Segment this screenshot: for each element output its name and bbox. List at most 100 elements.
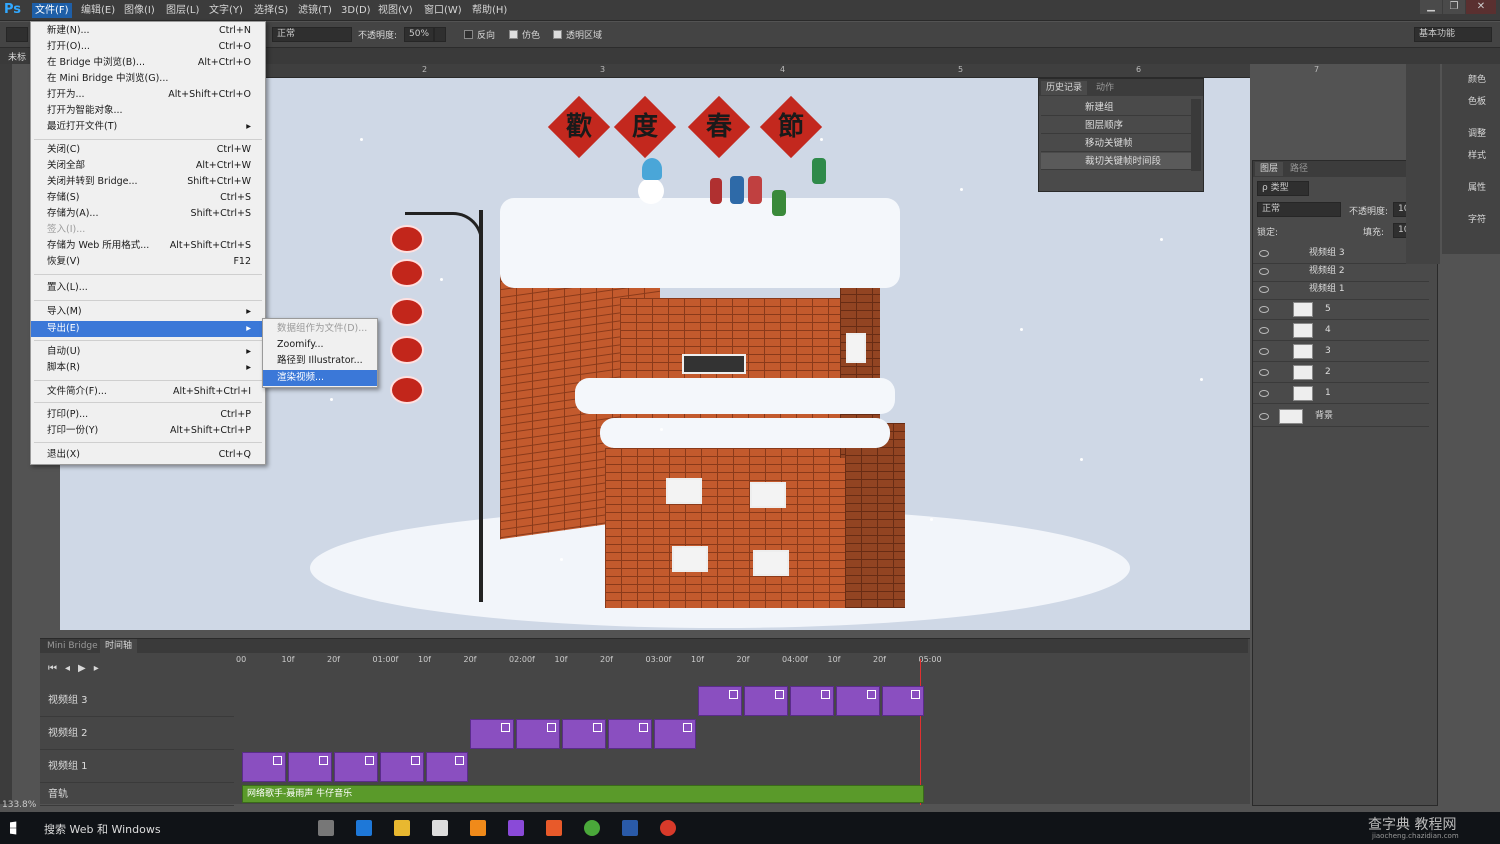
video-clip[interactable] bbox=[242, 752, 286, 782]
video-clip[interactable] bbox=[288, 752, 332, 782]
menu-item-save-web[interactable]: 存储为 Web 所用格式... Alt+Shift+Ctrl+S bbox=[31, 238, 265, 254]
tab-mini-bridge[interactable]: Mini Bridge bbox=[42, 639, 103, 653]
taskbar-search[interactable]: 搜索 Web 和 Windows bbox=[44, 821, 161, 837]
menu-item-close-bridge[interactable]: 关闭并转到 Bridge... Shift+Ctrl+W bbox=[31, 174, 265, 190]
video-clip[interactable] bbox=[790, 686, 834, 716]
video-clip[interactable] bbox=[654, 719, 696, 749]
task-view-icon[interactable] bbox=[318, 820, 334, 836]
menu-item-automate[interactable]: 自动(U) ▸ bbox=[31, 344, 265, 360]
menu-item-close[interactable]: 关闭(C) Ctrl+W bbox=[31, 142, 265, 158]
menu-3d[interactable]: 3D(D) bbox=[338, 3, 374, 18]
video-clip[interactable] bbox=[836, 686, 880, 716]
edge-icon[interactable] bbox=[356, 820, 372, 836]
tab-paths[interactable]: 路径 bbox=[1285, 162, 1313, 176]
menu-item-open[interactable]: 打开(O)... Ctrl+O bbox=[31, 39, 265, 55]
layer-kind-filter[interactable]: ρ 类型 bbox=[1257, 181, 1309, 196]
menu-image[interactable]: 图像(I) bbox=[121, 3, 158, 18]
menu-item-check-in[interactable]: 签入(I)... bbox=[31, 222, 265, 238]
menu-item-recent[interactable]: 最近打开文件(T) ▸ bbox=[31, 119, 265, 135]
blend-mode-select[interactable]: 正常 bbox=[1257, 202, 1341, 217]
tab-timeline[interactable]: 时间轴 bbox=[100, 639, 138, 653]
submenu-item-paths-illustrator[interactable]: 路径到 Illustrator... bbox=[263, 353, 377, 369]
menu-item-open-as[interactable]: 打开为... Alt+Shift+Ctrl+O bbox=[31, 87, 265, 103]
menu-item-close-all[interactable]: 关闭全部 Alt+Ctrl+W bbox=[31, 158, 265, 174]
mode-select[interactable]: 正常 bbox=[272, 27, 352, 42]
menu-item-revert[interactable]: 恢复(V) F12 bbox=[31, 254, 265, 270]
menu-window[interactable]: 窗口(W) bbox=[421, 3, 465, 18]
video-clip[interactable] bbox=[516, 719, 560, 749]
layer-row[interactable]: 2 bbox=[1253, 362, 1429, 383]
timeline-ruler[interactable]: 00 10f 20f 01:00f 10f 20f 02:00f 10f 20f 03:00f 10… bbox=[236, 655, 1248, 669]
illustrator-icon[interactable] bbox=[470, 820, 486, 836]
menu-item-scripts[interactable]: 脚本(R) ▸ bbox=[31, 360, 265, 376]
video-clip[interactable] bbox=[882, 686, 924, 716]
layer-row[interactable]: 4 bbox=[1253, 320, 1429, 341]
menu-view[interactable]: 视图(V) bbox=[375, 3, 416, 18]
submenu-item-data-sets[interactable]: 数据组作为文件(D)... bbox=[263, 321, 377, 337]
track-label[interactable]: 视频组 3 bbox=[40, 685, 234, 717]
transparency-checkbox[interactable] bbox=[553, 30, 562, 39]
collapsed-panel-label[interactable]: 色板 bbox=[1468, 94, 1486, 107]
menu-layer[interactable]: 图层(L) bbox=[163, 3, 202, 18]
menu-file[interactable]: 文件(F) bbox=[32, 3, 72, 18]
opacity-field[interactable]: 50% bbox=[404, 27, 434, 42]
layer-row[interactable]: 3 bbox=[1253, 341, 1429, 362]
video-clip[interactable] bbox=[608, 719, 652, 749]
layer-row[interactable]: 5 bbox=[1253, 299, 1429, 320]
menu-item-browse-mini-bridge[interactable]: 在 Mini Bridge 中浏览(G)... bbox=[31, 71, 265, 87]
workspace-select[interactable]: 基本功能 bbox=[1414, 27, 1492, 42]
tab-history[interactable]: 历史记录 bbox=[1041, 81, 1088, 95]
menu-item-save[interactable]: 存储(S) Ctrl+S bbox=[31, 190, 265, 206]
menu-item-exit[interactable]: 退出(X) Ctrl+Q bbox=[31, 447, 265, 463]
audio-clip[interactable]: 网络歌手-聂雨声 牛仔音乐 bbox=[242, 785, 924, 803]
menu-item-save-as[interactable]: 存储为(A)... Shift+Ctrl+S bbox=[31, 206, 265, 222]
video-clip[interactable] bbox=[334, 752, 378, 782]
menu-item-open-smart-object[interactable]: 打开为智能对象... bbox=[31, 103, 265, 119]
video-clip[interactable] bbox=[470, 719, 514, 749]
video-clip[interactable] bbox=[380, 752, 424, 782]
layer-row[interactable]: 视频组 1 bbox=[1253, 279, 1429, 300]
menu-item-export[interactable]: 导出(E) ▸ bbox=[31, 321, 265, 337]
history-item[interactable]: 新建组 bbox=[1041, 99, 1191, 116]
audio-track-label[interactable]: 音轨 bbox=[40, 784, 234, 806]
tool-preset-picker[interactable] bbox=[6, 27, 28, 42]
opacity-dropdown-icon[interactable] bbox=[434, 27, 446, 42]
menu-item-print-one[interactable]: 打印一份(Y) Alt+Shift+Ctrl+P bbox=[31, 423, 265, 439]
restore-button[interactable]: ❐ bbox=[1443, 0, 1465, 14]
collapsed-panel-label[interactable]: 字符 bbox=[1468, 212, 1486, 225]
store-icon[interactable] bbox=[432, 820, 448, 836]
windows-start-icon[interactable] bbox=[10, 821, 17, 835]
menu-edit[interactable]: 编辑(E) bbox=[78, 3, 118, 18]
app-icon[interactable] bbox=[584, 820, 600, 836]
video-clip[interactable] bbox=[698, 686, 742, 716]
menu-item-new[interactable]: 新建(N)... Ctrl+N bbox=[31, 23, 265, 39]
layer-row[interactable]: 背景 bbox=[1253, 406, 1429, 427]
menu-filter[interactable]: 滤镜(T) bbox=[295, 3, 335, 18]
history-item[interactable]: 图层顺序 bbox=[1041, 117, 1191, 134]
premiere-icon[interactable] bbox=[508, 820, 524, 836]
tab-layers[interactable]: 图层 bbox=[1255, 162, 1284, 176]
track-label[interactable]: 视频组 2 bbox=[40, 718, 234, 750]
menu-item-browse-bridge[interactable]: 在 Bridge 中浏览(B)... Alt+Ctrl+O bbox=[31, 55, 265, 71]
history-scrollbar[interactable] bbox=[1191, 99, 1201, 171]
track-label[interactable]: 视频组 1 bbox=[40, 751, 234, 783]
collapsed-panel-label[interactable]: 样式 bbox=[1468, 148, 1486, 161]
minimize-button[interactable]: ▁ bbox=[1420, 0, 1442, 14]
layer-row[interactable]: 1 bbox=[1253, 383, 1429, 404]
playhead[interactable] bbox=[920, 659, 921, 805]
video-clip[interactable] bbox=[744, 686, 788, 716]
collapsed-panel-label[interactable]: 调整 bbox=[1468, 126, 1486, 139]
submenu-item-render-video[interactable]: 渲染视频... bbox=[263, 370, 377, 386]
playback-controls[interactable]: ⏮◂▶▸ bbox=[48, 663, 107, 674]
qq-icon[interactable] bbox=[660, 820, 676, 836]
video-clip[interactable] bbox=[562, 719, 606, 749]
reverse-checkbox[interactable] bbox=[464, 30, 473, 39]
collapsed-panel-label[interactable]: 颜色 bbox=[1468, 72, 1486, 85]
tab-actions[interactable]: 动作 bbox=[1091, 81, 1119, 95]
photoshop-taskbar-icon[interactable] bbox=[622, 820, 638, 836]
document-tab[interactable]: 未标 bbox=[8, 50, 26, 63]
explorer-icon[interactable] bbox=[394, 820, 410, 836]
video-clip[interactable] bbox=[426, 752, 468, 782]
menu-item-place[interactable]: 置入(L)... bbox=[31, 280, 265, 296]
menu-item-print[interactable]: 打印(P)... Ctrl+P bbox=[31, 407, 265, 423]
